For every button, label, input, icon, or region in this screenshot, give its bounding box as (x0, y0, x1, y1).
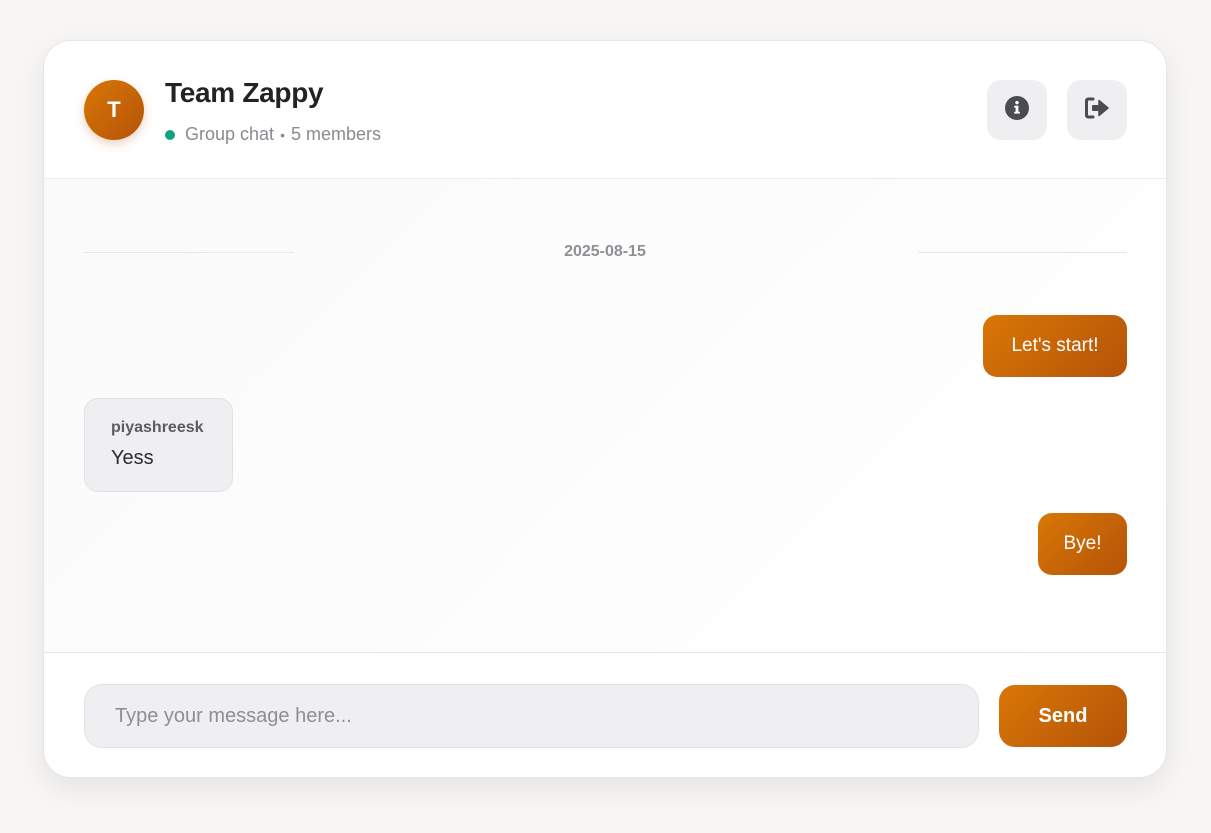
chat-type-label: Group chat (185, 124, 275, 144)
message-composer: Send (44, 652, 1166, 777)
group-avatar: T (84, 80, 144, 140)
leave-chat-button[interactable] (1067, 80, 1127, 140)
message-text: Bye! (1063, 533, 1102, 554)
message-sender: piyashreesk (111, 419, 204, 436)
date-divider-line-right (918, 252, 1127, 253)
chat-title: Team Zappy (165, 77, 324, 108)
send-button[interactable]: Send (999, 685, 1127, 747)
sign-out-icon (1083, 95, 1111, 126)
member-count: 5 members (290, 124, 381, 144)
outgoing-message: Let's start! (983, 315, 1127, 377)
outgoing-message: Bye! (1038, 513, 1127, 575)
incoming-message: piyashreesk Yess (84, 398, 233, 492)
info-button[interactable] (987, 80, 1047, 140)
message-list[interactable]: 2025-08-15 Let's start! piyashreesk Yess… (44, 179, 1166, 652)
message-text: Let's start! (1011, 335, 1099, 356)
message-input[interactable] (84, 684, 979, 748)
message-text: Yess (111, 447, 154, 469)
chat-window: T Team Zappy Group chat • 5 members 2025… (43, 40, 1167, 778)
online-status-dot (165, 129, 175, 140)
chat-header: T Team Zappy Group chat • 5 members (44, 41, 1166, 179)
info-circle-icon (1004, 95, 1030, 126)
chat-subtitle: Group chat • 5 members (165, 124, 381, 145)
subtitle-separator: • (280, 126, 285, 143)
